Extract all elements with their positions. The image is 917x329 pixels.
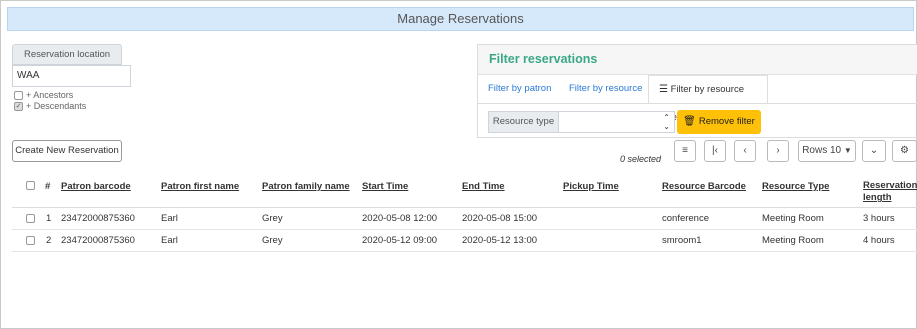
- cell-end-time: 2020-05-12 13:00: [462, 235, 538, 246]
- cell-family-name: Grey: [262, 213, 283, 224]
- filter-title: Filter reservations: [478, 45, 917, 75]
- cell-end-time: 2020-05-08 15:00: [462, 213, 538, 224]
- remove-filter-button[interactable]: 🗑 Remove filter: [677, 110, 761, 134]
- resource-type-select[interactable]: ⌃ ⌄: [558, 111, 675, 133]
- column-header-end-time[interactable]: End Time: [462, 181, 505, 192]
- checkbox-checked-icon[interactable]: ✓: [14, 101, 23, 111]
- select-all-checkbox[interactable]: [26, 181, 35, 190]
- rows-per-page-select[interactable]: Rows 10 ▼: [798, 140, 856, 162]
- descendants-label: + Descendants: [26, 101, 87, 111]
- column-header-patron-first-name[interactable]: Patron first name: [161, 181, 239, 192]
- filter-lines-icon: ☰: [659, 84, 668, 95]
- cell-reservation-length: 3 hours: [863, 213, 895, 224]
- remove-filter-label: Remove filter: [698, 116, 755, 127]
- reservation-location-label: Reservation location: [12, 44, 122, 65]
- next-page-icon: ›: [776, 145, 780, 156]
- column-chooser-button[interactable]: ⌄: [862, 140, 886, 162]
- cell-family-name: Grey: [262, 235, 283, 246]
- next-page-button[interactable]: ›: [767, 140, 789, 162]
- ancestors-checkbox[interactable]: + Ancestors: [14, 90, 73, 100]
- chevron-down-icon: ⌄: [869, 145, 879, 156]
- tab-divider: [478, 103, 917, 104]
- tab-filter-by-patron[interactable]: Filter by patron: [488, 75, 551, 103]
- column-header-resource-barcode[interactable]: Resource Barcode: [662, 181, 746, 192]
- cell-start-time: 2020-05-08 12:00: [362, 213, 438, 224]
- rows-label: Rows 10: [802, 145, 842, 156]
- cell-start-time: 2020-05-12 09:00: [362, 235, 438, 246]
- updown-arrow-icon: ⌃ ⌄: [663, 113, 670, 131]
- selected-count: 0 selected: [620, 154, 662, 164]
- reservation-location-input[interactable]: WAA: [12, 65, 131, 87]
- column-header-start-time[interactable]: Start Time: [362, 181, 408, 192]
- column-header-resource-type[interactable]: Resource Type: [762, 181, 829, 192]
- table-row[interactable]: 1 23472000875360 Earl Grey 2020-05-08 12…: [12, 208, 917, 230]
- cell-resource-barcode: smroom1: [662, 235, 702, 246]
- cell-patron-barcode: 23472000875360: [61, 235, 135, 246]
- row-checkbox[interactable]: [26, 214, 35, 223]
- settings-button[interactable]: ⚙: [892, 140, 917, 162]
- filter-panel: Filter reservations Filter by patron Fil…: [477, 44, 917, 138]
- first-page-icon: |‹: [712, 145, 718, 156]
- cell-resource-barcode: conference: [662, 213, 710, 224]
- column-header-reservation-length[interactable]: Reservation length: [863, 180, 917, 204]
- tab-filter-by-resource-type[interactable]: ☰ Filter by resource type: [648, 75, 768, 123]
- prev-page-button[interactable]: ‹: [734, 140, 756, 162]
- create-reservation-button[interactable]: Create New Reservation: [12, 140, 122, 162]
- cell-first-name: Earl: [161, 213, 178, 224]
- column-header-patron-family-name[interactable]: Patron family name: [262, 181, 350, 192]
- filter-list-icon: ≡: [682, 145, 688, 156]
- row-index: 1: [46, 213, 52, 224]
- column-header-index: #: [45, 181, 51, 192]
- ancestors-label: + Ancestors: [26, 90, 74, 100]
- row-checkbox[interactable]: [26, 236, 35, 245]
- column-header-pickup-time[interactable]: Pickup Time: [563, 181, 619, 192]
- descendants-checkbox[interactable]: ✓ + Descendants: [14, 101, 86, 111]
- tab-filter-by-resource[interactable]: Filter by resource: [569, 75, 642, 103]
- first-page-button[interactable]: |‹: [704, 140, 726, 162]
- caret-down-icon: ▼: [843, 146, 852, 155]
- gear-icon: ⚙: [900, 145, 909, 156]
- resource-type-label: Resource type: [488, 111, 559, 133]
- filter-tabs: Filter by patron Filter by resource ☰ Fi…: [478, 75, 917, 123]
- cell-reservation-length: 4 hours: [863, 235, 895, 246]
- cell-resource-type: Meeting Room: [762, 235, 824, 246]
- column-header-patron-barcode[interactable]: Patron barcode: [61, 181, 131, 192]
- cell-patron-barcode: 23472000875360: [61, 213, 135, 224]
- page-title: Manage Reservations: [7, 7, 914, 31]
- cell-first-name: Earl: [161, 235, 178, 246]
- trash-icon: 🗑: [683, 116, 696, 127]
- prev-page-icon: ‹: [743, 145, 747, 156]
- table-row[interactable]: 2 23472000875360 Earl Grey 2020-05-12 09…: [12, 230, 917, 252]
- checkbox-icon[interactable]: [14, 90, 23, 100]
- cell-resource-type: Meeting Room: [762, 213, 824, 224]
- filter-list-button[interactable]: ≡: [674, 140, 696, 162]
- row-index: 2: [46, 235, 52, 246]
